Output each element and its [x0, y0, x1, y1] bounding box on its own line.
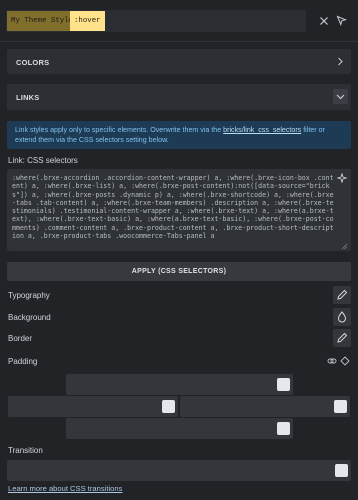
state-chip[interactable]: :hover — [70, 11, 105, 31]
pencil-icon — [337, 289, 348, 300]
padding-left-input[interactable] — [8, 396, 178, 417]
link-icon[interactable] — [327, 356, 337, 366]
unit-badge-icon[interactable] — [277, 422, 290, 435]
padding-right-input[interactable] — [180, 396, 350, 417]
border-edit-button[interactable] — [333, 329, 351, 347]
links-section-title: LINKS — [16, 93, 40, 102]
diamond-icon[interactable] — [340, 356, 350, 366]
css-selectors-textarea[interactable]: :where(.brxe-accordion .accordion-conten… — [7, 169, 351, 251]
theme-style-chip[interactable]: My Theme Style — [7, 11, 78, 31]
background-label: Background — [8, 313, 51, 322]
padding-bottom-input[interactable] — [66, 418, 293, 439]
typography-label: Typography — [8, 291, 50, 300]
unit-badge-icon[interactable] — [277, 378, 290, 391]
cursor-icon[interactable] — [336, 15, 347, 26]
pencil-icon — [337, 332, 348, 343]
droplet-icon — [337, 311, 347, 323]
chevron-right-icon — [338, 57, 343, 66]
learn-more-transitions-link[interactable]: Learn more about CSS transitions — [8, 484, 122, 493]
unit-badge-icon[interactable] — [334, 400, 347, 413]
apply-css-selectors-button[interactable]: APPLY (CSS SELECTORS) — [7, 262, 351, 281]
unit-badge-icon[interactable] — [162, 400, 175, 413]
collapse-button[interactable] — [333, 89, 348, 104]
background-edit-button[interactable] — [333, 308, 351, 326]
unit-badge-icon[interactable] — [335, 464, 348, 477]
resize-handle-icon[interactable] — [341, 243, 348, 250]
filter-link[interactable]: bricks/link_css_selectors — [223, 126, 301, 134]
border-label: Border — [8, 334, 33, 343]
notice-text-before: Link styles apply only to specific eleme… — [15, 126, 224, 134]
colors-section-title: COLORS — [16, 58, 50, 67]
chevron-down-icon — [336, 94, 345, 100]
sparkle-icon[interactable] — [337, 173, 347, 183]
padding-top-input[interactable] — [66, 374, 293, 395]
typography-edit-button[interactable] — [333, 286, 351, 304]
padding-label: Padding — [8, 357, 38, 366]
transition-input[interactable] — [7, 460, 351, 481]
info-notice: Link styles apply only to specific eleme… — [7, 121, 351, 149]
links-section[interactable]: LINKS — [7, 84, 351, 110]
close-icon[interactable] — [319, 16, 329, 26]
css-selectors-label: Link: CSS selectors — [8, 156, 78, 165]
colors-section[interactable]: COLORS — [7, 49, 351, 74]
transition-label: Transition — [8, 446, 43, 455]
